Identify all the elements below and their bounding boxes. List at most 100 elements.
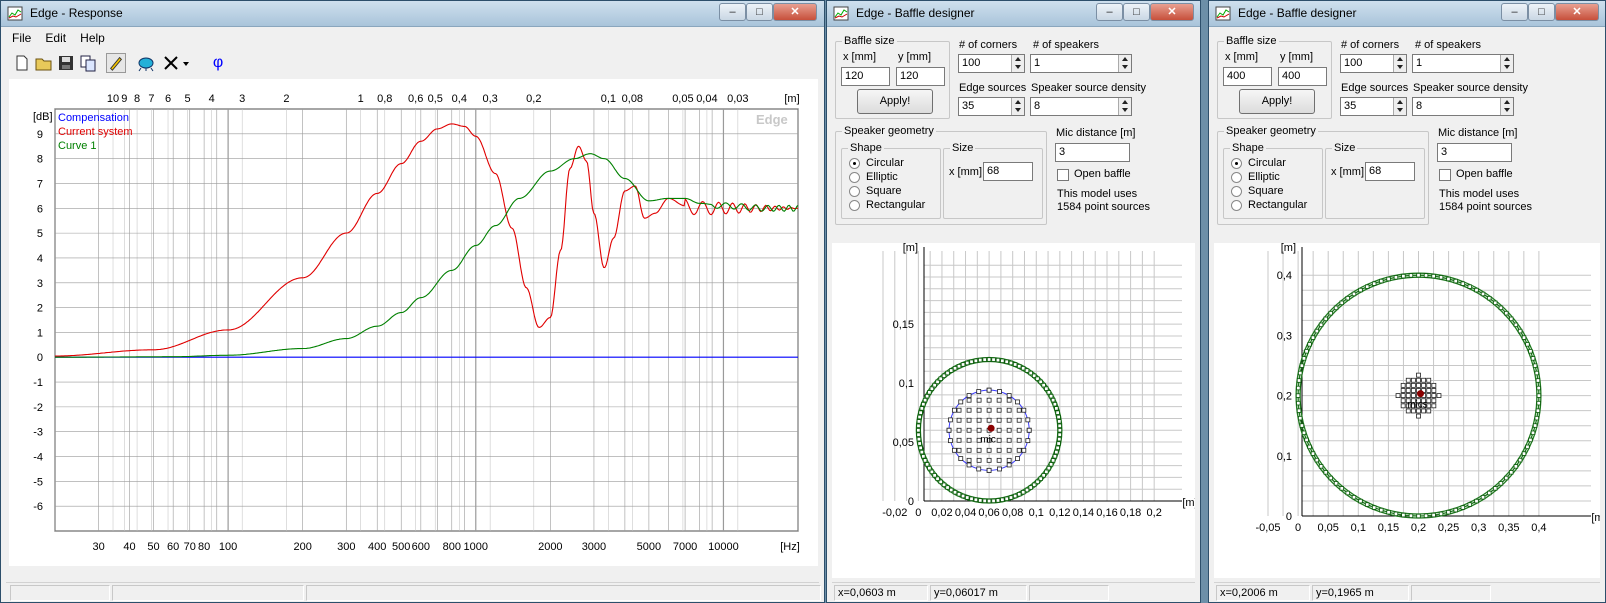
close-button[interactable]: ✕ [773,3,817,21]
open-folder-icon[interactable] [34,53,54,73]
size-group: Size [943,142,1043,219]
menu-file[interactable]: File [6,28,36,45]
edge-source-point [921,454,926,459]
title-bar[interactable]: Edge - Baffle designer – □ ✕ [1209,1,1605,27]
cloud-icon[interactable] [136,53,156,73]
y-tick-label: -3 [33,427,43,439]
edge-sources-stepper[interactable]: 35 [1340,97,1407,116]
baffle-x-input[interactable]: 120 [841,67,890,86]
edge-source-point [1408,273,1414,278]
spin-arrows-icon[interactable] [1393,55,1406,72]
baffle-chart[interactable]: [m][m]0,150,10,050-0,0200,020,040,060,08… [832,242,1197,578]
edge-source-point [1299,423,1305,428]
spin-arrows-icon[interactable] [1118,55,1131,72]
corners-stepper[interactable]: 100 [1340,54,1407,73]
title-bar[interactable]: Edge - Response – □ ✕ [1,1,824,27]
edge-source-point [1314,328,1320,334]
y-tick-label: 0,1 [1277,451,1292,463]
size-x-input[interactable]: 68 [1365,162,1415,181]
minimize-button[interactable]: – [719,3,746,21]
radio-rectangular[interactable] [1231,200,1242,211]
save-icon[interactable] [56,53,76,73]
mic-distance-label: Mic distance [m] [1438,127,1518,139]
edge-source-point [1012,493,1018,499]
delete-x-icon[interactable] [161,53,181,73]
phase-icon[interactable]: φ [208,53,228,73]
radio-square[interactable] [1231,186,1242,197]
density-stepper[interactable]: 8 [1030,97,1132,116]
radio-elliptic[interactable] [849,172,860,183]
top-tick-label: 3 [239,93,245,105]
response-chart[interactable]: 10 9 8 7 6 5 4 3 2 1 0,8 0,6 0,5 0,4 0,3 0,2 0,1 0,08 0,05… [9,79,818,566]
title-bar[interactable]: Edge - Baffle designer – □ ✕ [827,1,1200,27]
baffle-y-input[interactable]: 120 [896,67,945,86]
menu-help[interactable]: Help [74,28,110,45]
baffle-y-input[interactable]: 400 [1278,67,1327,86]
spin-arrows-icon[interactable] [1118,98,1131,115]
spin-arrows-icon[interactable] [1393,98,1406,115]
menu-edit[interactable]: Edit [39,28,71,45]
speaker-source-point [996,447,1002,453]
edge-source-point [921,402,926,407]
speaker-source-point [1426,393,1432,399]
speaker-source-point [956,447,962,453]
speaker-source-point [966,427,972,433]
maximize-button[interactable]: □ [1123,3,1150,21]
open-baffle-checkbox[interactable] [1057,169,1069,181]
radio-circular[interactable] [849,158,860,169]
edge-source-point [1453,278,1458,284]
edge-source-point [1318,322,1324,328]
chevron-down-icon[interactable] [180,53,192,73]
y-tick-label: 3 [37,278,43,290]
spin-arrows-icon[interactable] [1011,55,1024,72]
spin-arrows-icon[interactable] [1500,98,1513,115]
radio-elliptic[interactable] [1231,172,1242,183]
spin-arrows-icon[interactable] [1500,55,1513,72]
close-button[interactable]: ✕ [1555,3,1599,21]
baffle-x-label: x [mm] [1225,51,1258,63]
spin-arrows-icon[interactable] [1011,98,1024,115]
app-icon [7,6,23,21]
edge-source-point [1474,498,1479,504]
y-tick-label: -6 [33,501,43,513]
pencil-icon[interactable] [106,53,126,73]
speaker-edge-point [951,447,957,453]
speakers-stepper[interactable]: 1 [1412,54,1514,73]
baffle-chart[interactable]: [m] [m] 0,4 0,3 0,2 0,1 0 -0,05 0 0,05 0,1 0,15 0,2 0… [1214,242,1606,578]
copy-icon[interactable] [78,53,98,73]
corners-stepper[interactable]: 100 [958,54,1025,73]
maximize-button[interactable]: □ [746,3,773,21]
baffle-plot[interactable]: [m] [m] 0,4 0,3 0,2 0,1 0 -0,05 0 0,05 0,1 0,15 0,2 0… [1214,242,1606,578]
response-plot[interactable]: 10 9 8 7 6 5 4 3 2 1 0,8 0,6 0,5 0,4 0,3 0,2 0,1 0,08 0,05… [9,79,818,566]
speaker-source-point [1400,382,1406,388]
speaker-source-point [1405,382,1411,388]
size-x-input[interactable]: 68 [983,162,1033,181]
minimize-button[interactable]: – [1096,3,1123,21]
radio-rectangular[interactable] [849,200,860,211]
baffle-plot[interactable]: [m][m]0,150,10,050-0,0200,020,040,060,08… [832,242,1198,578]
edge-source-point [952,490,958,495]
edge-sources-stepper[interactable]: 35 [958,97,1025,116]
apply-button[interactable]: Apply! [1239,89,1315,114]
corners-label: # of corners [1341,39,1400,51]
mic-distance-input[interactable]: 3 [1055,143,1130,162]
radio-circular[interactable] [1231,158,1242,169]
apply-button[interactable]: Apply! [857,89,933,114]
speaker-source-point [976,397,982,403]
top-tick-label: 9 [121,93,127,105]
new-file-icon[interactable] [12,53,32,73]
radio-square[interactable] [849,186,860,197]
baffle-x-input[interactable]: 400 [1223,67,1272,86]
maximize-button[interactable]: □ [1528,3,1555,21]
density-stepper[interactable]: 8 [1412,97,1514,116]
open-baffle-checkbox[interactable] [1439,169,1451,181]
edge-source-point [919,406,925,411]
speakers-stepper[interactable]: 1 [1030,54,1132,73]
speaker-source-point [1416,372,1421,378]
close-button[interactable]: ✕ [1150,3,1194,21]
mic-distance-input[interactable]: 3 [1437,143,1512,162]
x-tick-label: 0,15 [1378,522,1399,534]
baffle-y-label: y [mm] [1280,51,1313,63]
speaker-source-point [1431,388,1437,393]
minimize-button[interactable]: – [1501,3,1528,21]
